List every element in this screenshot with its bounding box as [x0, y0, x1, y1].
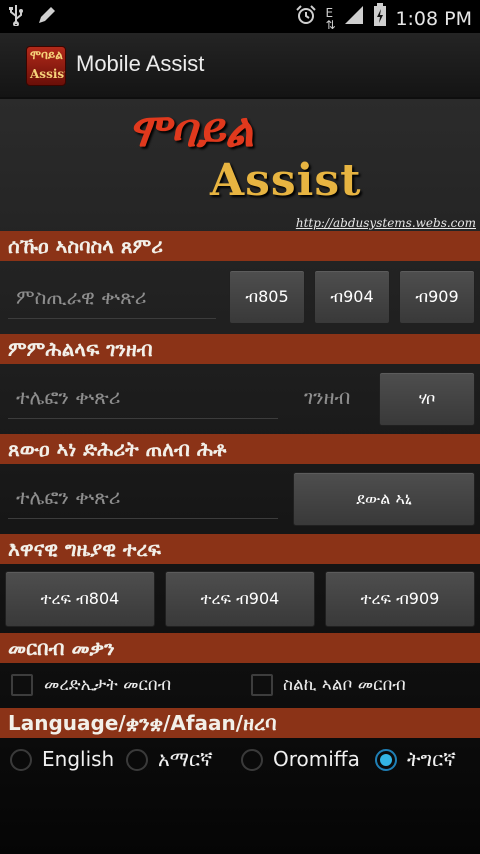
app-title: Mobile Assist: [76, 51, 205, 76]
radio-tigrigna-label[interactable]: ትግርኛ: [407, 747, 456, 771]
logo-text-english: Assist: [30, 67, 66, 81]
recharge-805-button[interactable]: ብ805: [229, 270, 305, 324]
section-header-balance: እዋናዊ ግዜያዊ ተረፍ: [0, 534, 480, 564]
section-header-recharge: ሰኹዐ ኣስባስላ ጸምሪ: [0, 231, 480, 261]
radio-oromiffa[interactable]: [241, 749, 263, 771]
main-content: ሞባይል Assist http://abdusystems.webs.com …: [0, 99, 480, 854]
balance-904-button[interactable]: ተረፍ ብ904: [165, 571, 315, 627]
recharge-909-button[interactable]: ብ909: [399, 270, 475, 324]
logo-text-amharic: ሞባይል: [30, 48, 63, 62]
banner-title-english: Assist: [210, 155, 362, 206]
section-header-network-mode: መርበብ መቃን: [0, 633, 480, 663]
secret-number-input[interactable]: ምስጢራዊ ቍጽሪ: [8, 279, 216, 319]
website-link[interactable]: http://abdusystems.webs.com: [296, 216, 476, 230]
radio-amharic[interactable]: [126, 749, 148, 771]
signal-icon: [343, 4, 365, 33]
airplane-mode-label[interactable]: ስልኪ ኣልቦ መርበብ: [283, 675, 406, 695]
data-e-icon: E ⇅: [325, 5, 336, 32]
section-header-call-me-back: ጸውዐ ኣነ ድሕሪት ጠለብ ሕቶ: [0, 434, 480, 464]
amount-field[interactable]: ገንዘብ: [304, 385, 350, 409]
radio-english-label[interactable]: English: [42, 747, 114, 771]
transfer-give-button[interactable]: ሃቦ: [379, 372, 475, 426]
section-header-language: Language/ቋንቋ/Afaan/ዘረባ: [0, 708, 480, 738]
pen-icon: [36, 4, 58, 33]
radio-oromiffa-label[interactable]: Oromiffa: [273, 747, 360, 771]
call-me-back-button[interactable]: ደውል ኣኒ: [293, 472, 475, 526]
transfer-phone-input[interactable]: ተሌፎን ቍጽሪ: [8, 379, 278, 419]
balance-909-button[interactable]: ተረፍ ብ909: [325, 571, 475, 627]
section-header-transfer: ምምሕልላፍ ገንዘብ: [0, 334, 480, 364]
battery-charging-icon: [373, 3, 387, 34]
banner-title-amharic: ሞባይል: [128, 103, 254, 157]
status-bar: E ⇅ 1:08 PM: [0, 0, 480, 33]
radio-tigrigna[interactable]: [375, 749, 397, 771]
mobile-data-checkbox[interactable]: [11, 674, 33, 696]
mobile-data-label[interactable]: መረድኢታት መርበብ: [44, 675, 171, 695]
status-time: 1:08 PM: [395, 7, 472, 30]
usb-icon: [8, 4, 24, 33]
call-me-back-phone-input[interactable]: ተሌፎን ቍጽሪ: [8, 479, 278, 519]
app-logo-icon[interactable]: ሞባይል Assist: [26, 46, 66, 86]
balance-804-button[interactable]: ተረፍ ብ804: [5, 571, 155, 627]
radio-english[interactable]: [10, 749, 32, 771]
alarm-icon: [295, 4, 317, 33]
banner: ሞባይል Assist http://abdusystems.webs.com: [0, 99, 480, 231]
radio-amharic-label[interactable]: አማርኛ: [158, 747, 213, 771]
airplane-mode-checkbox[interactable]: [251, 674, 273, 696]
recharge-904-button[interactable]: ብ904: [314, 270, 390, 324]
action-bar: ሞባይል Assist Mobile Assist: [0, 33, 480, 99]
